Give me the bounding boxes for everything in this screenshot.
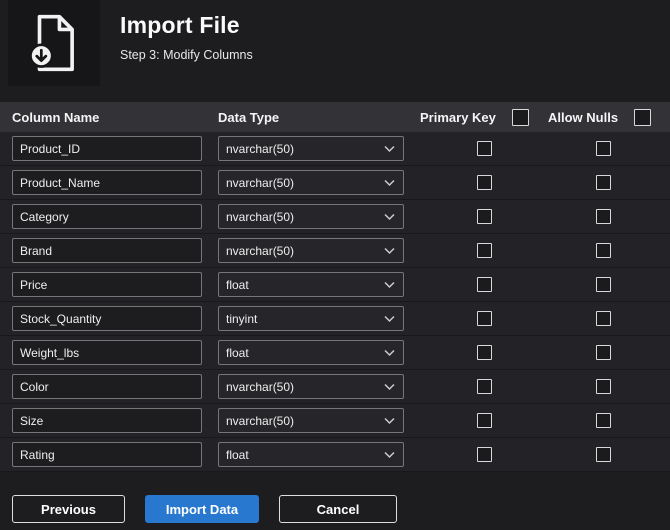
cancel-button[interactable]: Cancel — [279, 495, 397, 523]
step-subtitle: Step 3: Modify Columns — [120, 48, 253, 62]
table-row: float — [0, 268, 670, 302]
primary-key-checkbox[interactable] — [476, 175, 492, 190]
allow-nulls-checkbox[interactable] — [595, 141, 611, 156]
column-rows: nvarchar(50) nvarchar(50) — [0, 132, 670, 472]
table-row: nvarchar(50) — [0, 234, 670, 268]
table-row: nvarchar(50) — [0, 166, 670, 200]
column-name-input[interactable] — [12, 170, 202, 195]
primary-key-checkbox[interactable] — [476, 311, 492, 326]
page-title: Import File — [120, 12, 240, 38]
select-all-allow-nulls-checkbox[interactable] — [634, 108, 652, 126]
table-header-row: Column Name Data Type Primary Key Allow … — [0, 102, 670, 132]
column-name-input[interactable] — [12, 272, 202, 297]
primary-key-checkbox[interactable] — [476, 413, 492, 428]
primary-key-header-label: Primary Key — [420, 109, 496, 125]
columns-table: Column Name Data Type Primary Key Allow … — [0, 102, 670, 472]
column-name-input[interactable] — [12, 204, 202, 229]
import-data-button[interactable]: Import Data — [145, 495, 259, 523]
select-all-primary-key-checkbox[interactable] — [511, 108, 529, 126]
data-type-select[interactable]: nvarchar(50) — [218, 408, 404, 433]
allow-nulls-checkbox[interactable] — [595, 413, 611, 428]
allow-nulls-checkbox[interactable] — [595, 379, 611, 394]
data-type-select[interactable]: float — [218, 442, 404, 467]
table-row: float — [0, 336, 670, 370]
primary-key-checkbox[interactable] — [476, 141, 492, 156]
allow-nulls-checkbox[interactable] — [595, 175, 611, 190]
data-type-select[interactable]: float — [218, 272, 404, 297]
data-type-select[interactable]: nvarchar(50) — [218, 204, 404, 229]
import-file-icon — [8, 0, 100, 86]
column-name-input[interactable] — [12, 306, 202, 331]
primary-key-checkbox[interactable] — [476, 209, 492, 224]
allow-nulls-checkbox[interactable] — [595, 209, 611, 224]
table-row: float — [0, 438, 670, 472]
data-type-select[interactable]: nvarchar(50) — [218, 374, 404, 399]
table-row: tinyint — [0, 302, 670, 336]
table-row: nvarchar(50) — [0, 370, 670, 404]
primary-key-checkbox[interactable] — [476, 345, 492, 360]
table-row: nvarchar(50) — [0, 404, 670, 438]
data-type-select[interactable]: tinyint — [218, 306, 404, 331]
allow-nulls-checkbox[interactable] — [595, 277, 611, 292]
data-type-header: Data Type — [218, 109, 280, 125]
allow-nulls-header-label: Allow Nulls — [548, 109, 619, 125]
allow-nulls-checkbox[interactable] — [595, 447, 611, 462]
data-type-select[interactable]: nvarchar(50) — [218, 136, 404, 161]
primary-key-checkbox[interactable] — [476, 277, 492, 292]
column-name-input[interactable] — [12, 408, 202, 433]
data-type-select[interactable]: nvarchar(50) — [218, 238, 404, 263]
dialog-header: Import File Step 3: Modify Columns — [0, 0, 670, 90]
previous-button[interactable]: Previous — [12, 495, 125, 523]
table-row: nvarchar(50) — [0, 200, 670, 234]
allow-nulls-checkbox[interactable] — [595, 311, 611, 326]
data-type-select[interactable]: float — [218, 340, 404, 365]
table-row: nvarchar(50) — [0, 132, 670, 166]
column-name-input[interactable] — [12, 136, 202, 161]
allow-nulls-checkbox[interactable] — [595, 243, 611, 258]
allow-nulls-checkbox[interactable] — [595, 345, 611, 360]
primary-key-header: Primary Key — [420, 108, 548, 126]
column-name-header: Column Name — [12, 109, 100, 125]
column-name-input[interactable] — [12, 442, 202, 467]
file-download-icon — [29, 14, 74, 72]
allow-nulls-header: Allow Nulls — [548, 108, 658, 126]
primary-key-checkbox[interactable] — [476, 243, 492, 258]
column-name-input[interactable] — [12, 374, 202, 399]
header-text: Import File Step 3: Modify Columns — [100, 0, 253, 62]
column-name-input[interactable] — [12, 340, 202, 365]
primary-key-checkbox[interactable] — [476, 447, 492, 462]
primary-key-checkbox[interactable] — [476, 379, 492, 394]
footer-buttons: Previous Import Data Cancel — [12, 495, 670, 523]
data-type-select[interactable]: nvarchar(50) — [218, 170, 404, 195]
column-name-input[interactable] — [12, 238, 202, 263]
